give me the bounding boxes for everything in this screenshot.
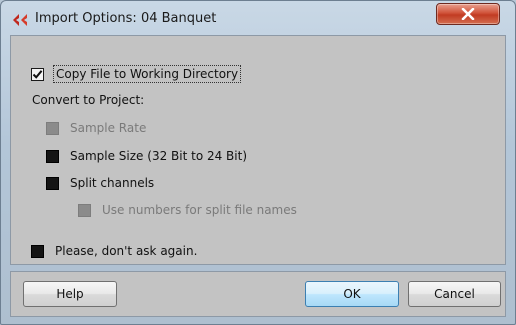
checkmark-icon: [32, 69, 43, 79]
sample-rate-checkbox: [46, 121, 59, 135]
button-bar: Help OK Cancel: [10, 271, 506, 317]
dont-ask-label: Please, don't ask again.: [55, 244, 198, 258]
split-channels-label: Split channels: [70, 176, 155, 190]
use-numbers-label: Use numbers for split file names: [102, 203, 297, 217]
help-button[interactable]: Help: [23, 281, 117, 307]
split-channels-checkbox-row[interactable]: Split channels: [46, 173, 154, 193]
options-panel: Copy File to Working Directory Convert t…: [10, 35, 506, 265]
use-numbers-checkbox-row: Use numbers for split file names: [78, 200, 297, 220]
title-bar[interactable]: Import Options: 04 Banquet: [1, 1, 515, 35]
sample-rate-checkbox-row: Sample Rate: [46, 118, 146, 138]
sample-size-checkbox-row[interactable]: Sample Size (32 Bit to 24 Bit): [46, 146, 247, 166]
dont-ask-checkbox-row[interactable]: Please, don't ask again.: [31, 241, 197, 261]
app-icon: [12, 12, 28, 26]
split-channels-checkbox[interactable]: [46, 176, 59, 190]
copy-file-checkbox[interactable]: [31, 67, 44, 81]
dont-ask-checkbox[interactable]: [31, 244, 44, 258]
sample-size-label: Sample Size (32 Bit to 24 Bit): [70, 149, 248, 163]
copy-file-checkbox-row[interactable]: Copy File to Working Directory: [31, 64, 242, 84]
convert-to-project-heading: Convert to Project:: [32, 93, 145, 107]
sample-size-checkbox[interactable]: [46, 149, 59, 163]
sample-rate-label: Sample Rate: [70, 121, 147, 135]
close-icon: [461, 5, 475, 24]
cancel-button[interactable]: Cancel: [408, 281, 501, 307]
ok-button[interactable]: OK: [305, 281, 399, 307]
import-options-dialog: Import Options: 04 Banquet Copy File to …: [0, 0, 516, 325]
use-numbers-checkbox: [78, 203, 91, 217]
window-title: Import Options: 04 Banquet: [35, 11, 217, 26]
close-button[interactable]: [436, 3, 500, 25]
copy-file-label: Copy File to Working Directory: [52, 65, 242, 83]
